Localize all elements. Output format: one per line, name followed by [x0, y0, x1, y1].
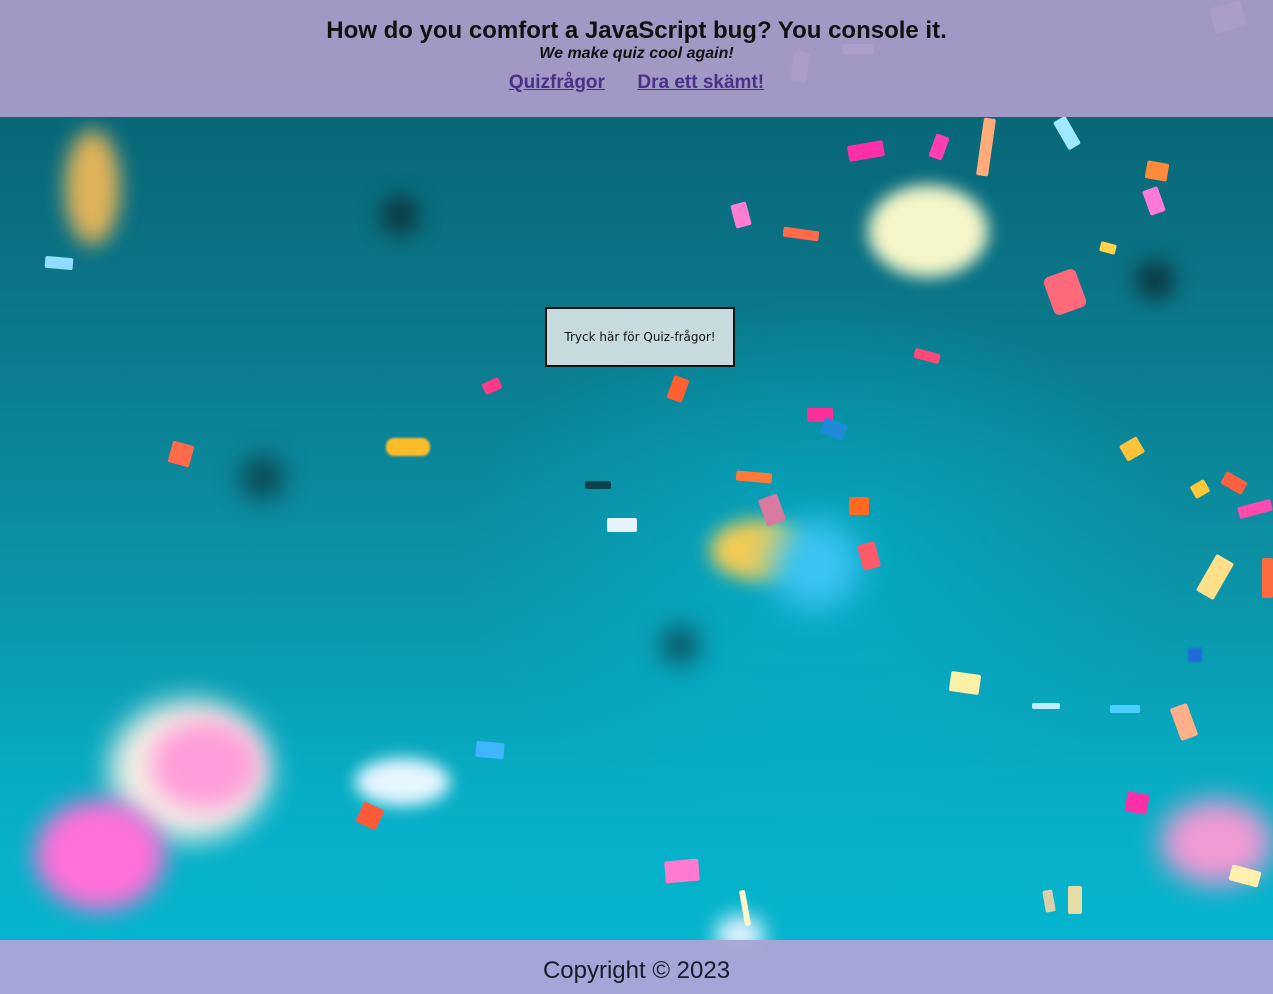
confetti-piece: [386, 438, 430, 456]
confetti-piece: [1098, 241, 1118, 255]
confetti-piece: [475, 740, 505, 760]
confetti-piece: [1220, 470, 1248, 496]
confetti-piece: [167, 440, 195, 468]
copyright-text: Copyright © 2023: [542, 957, 731, 984]
confetti-piece: [1195, 553, 1235, 601]
confetti-piece: [1110, 705, 1140, 713]
confetti-piece: [664, 858, 700, 884]
tagline: We make quiz cool again!: [539, 45, 734, 62]
bokeh-blob: [868, 185, 988, 277]
bokeh-blob: [65, 130, 120, 245]
confetti-piece: [1142, 186, 1166, 216]
confetti-piece: [819, 417, 849, 441]
main-nav: Quizfrågor Dra ett skämt!: [0, 72, 1273, 94]
confetti-piece: [481, 376, 503, 396]
bokeh-blob: [1135, 260, 1175, 300]
bokeh-blob: [150, 720, 260, 810]
bokeh-blob: [240, 455, 285, 500]
confetti-piece: [607, 518, 637, 532]
confetti-piece: [1237, 498, 1273, 520]
confetti-piece: [1124, 791, 1150, 815]
confetti-piece: [355, 801, 385, 831]
quiz-questions-button[interactable]: Tryck här för Quiz-frågor!: [545, 307, 735, 367]
confetti-piece: [666, 374, 690, 404]
confetti-piece: [585, 481, 611, 489]
nav-link-quizfragor[interactable]: Quizfrågor: [509, 72, 605, 94]
confetti-piece: [846, 139, 886, 163]
confetti-piece: [928, 133, 950, 161]
site-footer: Copyright © 2023: [0, 940, 1273, 994]
confetti-piece: [1188, 648, 1202, 662]
bokeh-blob: [355, 758, 450, 806]
bokeh-blob: [35, 800, 165, 910]
confetti-piece: [1262, 558, 1273, 598]
confetti-piece: [913, 347, 941, 365]
page-title: How do you comfort a JavaScript bug? You…: [326, 17, 947, 44]
confetti-piece: [849, 497, 869, 515]
bokeh-blob: [380, 195, 420, 235]
bokeh-blob: [770, 520, 860, 610]
confetti-piece: [782, 226, 820, 242]
confetti-piece: [1042, 889, 1056, 913]
confetti-piece: [976, 117, 996, 177]
nav-link-dra-ett-skamt[interactable]: Dra ett skämt!: [637, 72, 764, 94]
confetti-piece: [1042, 267, 1088, 317]
confetti-piece: [1068, 886, 1082, 914]
confetti-piece: [44, 255, 74, 271]
site-header: How do you comfort a JavaScript bug? You…: [0, 0, 1273, 117]
confetti-piece: [1118, 436, 1146, 462]
confetti-piece: [1169, 702, 1199, 742]
confetti-piece: [1144, 160, 1170, 182]
confetti-piece: [735, 470, 773, 484]
confetti-piece: [1189, 478, 1211, 500]
confetti-piece: [948, 671, 982, 695]
confetti-piece: [730, 201, 752, 229]
confetti-background: [0, 0, 1273, 994]
confetti-piece: [856, 541, 882, 571]
confetti-piece: [1052, 115, 1082, 151]
bokeh-blob: [660, 625, 700, 665]
confetti-piece: [1032, 703, 1060, 709]
